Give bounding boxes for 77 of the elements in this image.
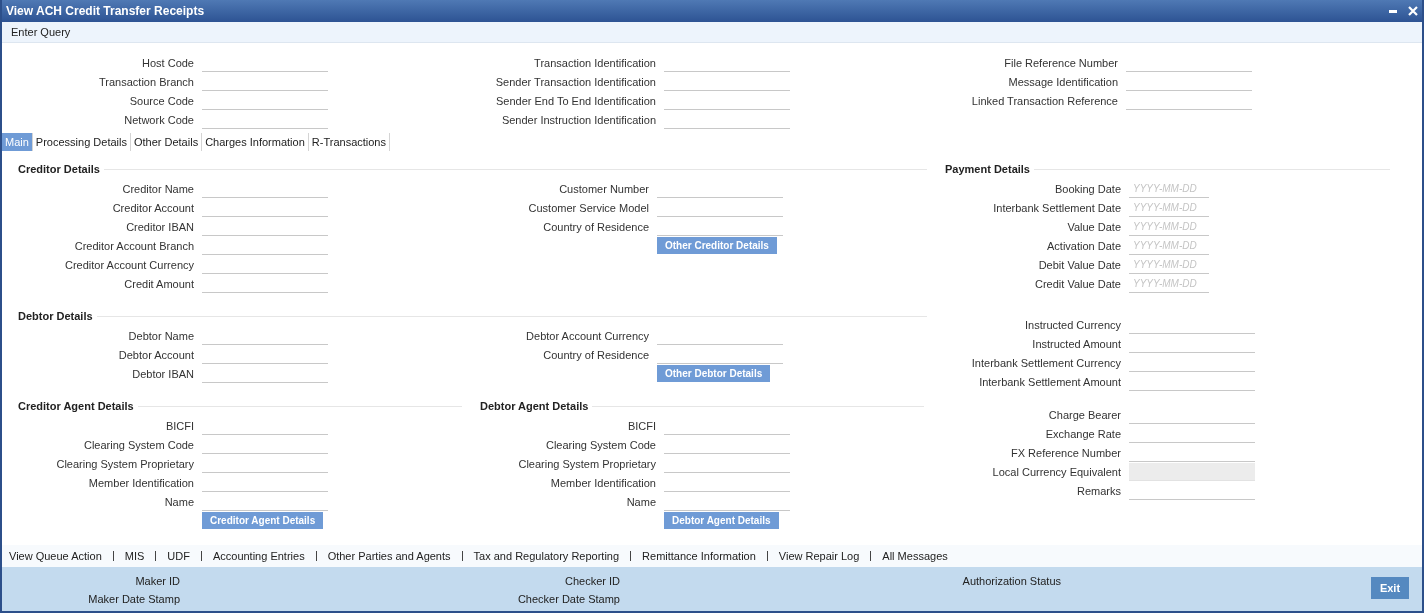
field-label: Source Code: [128, 94, 194, 107]
field-label: Debtor Account Currency: [525, 330, 649, 342]
field-label: Country of Residence: [542, 221, 649, 233]
field-label: Credit Amount: [123, 278, 194, 290]
section-heading: Creditor Details: [18, 163, 100, 175]
field-label: Local Currency Equivalent: [991, 466, 1121, 478]
field-label: Member Identification: [549, 477, 656, 489]
field-label: Customer Service Model: [527, 202, 649, 214]
close-icon[interactable]: [1408, 6, 1418, 16]
tab[interactable]: Other Details: [130, 133, 203, 151]
menu-item[interactable]: Enter Query: [11, 26, 71, 38]
field-label: Transaction Branch: [98, 75, 194, 88]
field-label: Sender Transaction Identification: [494, 75, 656, 88]
footer-link[interactable]: View Repair Log: [776, 550, 862, 562]
tab[interactable]: R-Transactions: [308, 133, 390, 151]
footer-link[interactable]: UDF: [165, 550, 192, 562]
field-label: Creditor Account Branch: [73, 240, 194, 252]
field-label: Interbank Settlement Date: [992, 202, 1121, 214]
field-label: Country of Residence: [542, 349, 649, 361]
field-label: Clearing System Proprietary: [517, 458, 656, 470]
tab[interactable]: Processing Details: [32, 133, 131, 151]
field-label: BICFI: [164, 420, 194, 432]
audit-label: Maker Date Stamp: [88, 592, 180, 607]
field-label: Interbank Settlement Amount: [978, 376, 1121, 388]
field-label: Debtor Account: [117, 349, 194, 361]
field-label: Creditor IBAN: [125, 221, 194, 233]
field-label: Sender Instruction Identification: [500, 113, 656, 126]
field-label: Creditor Account: [111, 202, 194, 214]
field-label: BICFI: [626, 420, 656, 432]
field-label: Host Code: [141, 56, 194, 69]
field-label: Clearing System Code: [82, 439, 194, 451]
field-label: File Reference Number: [1003, 56, 1118, 69]
field-label: Debtor IBAN: [131, 368, 194, 380]
audit-label: Maker ID: [135, 574, 180, 589]
field-label: Transaction Identification: [533, 56, 656, 69]
field-label: Member Identification: [87, 477, 194, 489]
footer-link[interactable]: Remittance Information: [640, 550, 758, 562]
audit-label: Checker ID: [564, 574, 620, 589]
field-label: Charge Bearer: [1047, 409, 1121, 421]
field-label: Linked Transaction Reference: [970, 94, 1118, 107]
section-heading: Creditor Agent Details: [18, 400, 134, 412]
field-label: Interbank Settlement Currency: [970, 357, 1121, 369]
field-label: Debit Value Date: [1037, 259, 1121, 271]
field-label: Creditor Account Currency: [64, 259, 194, 271]
tab[interactable]: Charges Information: [202, 133, 309, 151]
field-label: Creditor Name: [121, 183, 194, 195]
field-label: Remarks: [1076, 485, 1121, 497]
audit-label: Authorization Status: [962, 574, 1061, 589]
field-label: Booking Date: [1053, 183, 1121, 195]
audit-label: Checker Date Stamp: [517, 592, 620, 607]
field-label: Customer Number: [558, 183, 649, 195]
field-label: Network Code: [123, 113, 194, 126]
footer-link[interactable]: Tax and Regulatory Reporting: [471, 550, 622, 562]
field-label: Sender End To End Identification: [494, 94, 656, 107]
field-label: Clearing System Code: [544, 439, 656, 451]
field-label: Debtor Name: [127, 330, 194, 342]
field-label: Message Identification: [1007, 75, 1118, 88]
field-label: Name: [625, 496, 656, 508]
section-heading: Payment Details: [945, 163, 1030, 175]
exit-button[interactable]: Exit: [1371, 577, 1409, 599]
footer-link[interactable]: All Messages: [880, 550, 950, 562]
section-heading: Debtor Agent Details: [480, 400, 589, 412]
footer-link[interactable]: MIS: [122, 550, 147, 562]
field-label: FX Reference Number: [1009, 447, 1121, 459]
window-title: View ACH Credit Transfer Receipts: [6, 4, 205, 18]
footer-link[interactable]: View Queue Action: [7, 550, 104, 562]
field-label: Exchange Rate: [1044, 428, 1121, 440]
field-label: Activation Date: [1046, 240, 1121, 252]
field-label: Instructed Currency: [1024, 319, 1121, 331]
footer-link[interactable]: Other Parties and Agents: [325, 550, 453, 562]
field-label: Credit Value Date: [1034, 278, 1121, 290]
field-label: Clearing System Proprietary: [55, 458, 194, 470]
section-heading: Debtor Details: [18, 310, 93, 322]
field-label: Name: [163, 496, 194, 508]
footer-link[interactable]: Accounting Entries: [210, 550, 307, 562]
field-label: Value Date: [1066, 221, 1121, 233]
field-label: Instructed Amount: [1031, 338, 1121, 350]
